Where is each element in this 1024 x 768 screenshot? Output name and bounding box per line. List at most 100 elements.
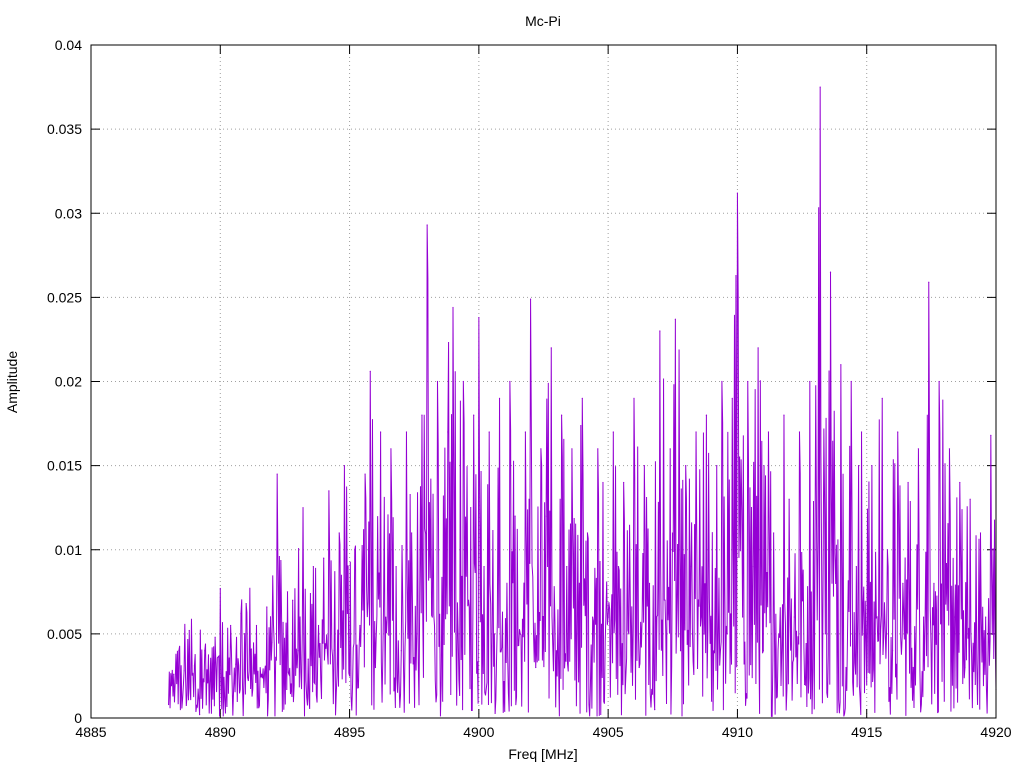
data-point <box>333 650 335 652</box>
data-point <box>261 673 263 675</box>
data-point <box>860 431 863 433</box>
data-point <box>488 431 490 433</box>
data-point <box>679 650 682 652</box>
data-point <box>912 666 914 669</box>
data-point <box>576 633 578 635</box>
data-point <box>431 616 433 618</box>
data-point <box>188 629 190 632</box>
data-point <box>835 582 837 585</box>
data-point <box>866 683 868 685</box>
data-point <box>447 431 449 433</box>
data-point <box>814 549 816 551</box>
data-point <box>400 650 402 652</box>
data-point <box>348 675 351 677</box>
y-tick-label: 0.035 <box>47 121 82 137</box>
data-point <box>592 616 594 618</box>
data-point <box>369 370 371 372</box>
data-point <box>561 414 563 416</box>
data-point <box>804 683 806 685</box>
data-point <box>286 591 289 593</box>
y-tick-label: 0.015 <box>47 458 82 474</box>
data-point <box>664 599 666 601</box>
data-point <box>829 271 832 273</box>
data-point <box>855 565 857 568</box>
y-tick-label: 0.01 <box>55 542 82 558</box>
data-point <box>224 712 227 714</box>
data-point <box>897 431 899 433</box>
y-tick-label: 0.005 <box>47 626 82 642</box>
data-point <box>990 434 992 436</box>
x-tick-label: 4895 <box>334 724 365 740</box>
data-point <box>462 380 464 383</box>
data-point <box>840 364 842 366</box>
data-point <box>762 650 764 652</box>
y-tick-label: 0.03 <box>55 205 82 221</box>
data-point <box>281 710 283 712</box>
data-point <box>891 650 894 652</box>
data-point <box>250 648 252 650</box>
data-point <box>954 616 956 618</box>
data-point <box>690 565 692 568</box>
data-point <box>907 481 909 484</box>
data-point <box>809 380 811 383</box>
data-point <box>245 602 247 605</box>
x-tick-label: 4890 <box>205 724 236 740</box>
data-point <box>948 448 951 450</box>
data-point <box>716 465 718 467</box>
data-point <box>230 624 232 627</box>
data-point <box>535 666 537 669</box>
x-axis-label: Freq [MHz] <box>508 746 577 762</box>
data-point <box>380 431 382 433</box>
data-point <box>255 624 258 627</box>
data-point <box>323 557 325 559</box>
data-point <box>442 700 444 702</box>
data-point <box>742 616 744 618</box>
data-point <box>317 624 320 627</box>
data-point <box>276 473 278 475</box>
data-point <box>204 650 206 652</box>
chart-canvas: Mc-Pi Freq [MHz] Amplitude 00.0050.010.0… <box>0 0 1024 768</box>
data-point <box>674 318 676 320</box>
data-point <box>235 663 237 665</box>
data-point <box>778 633 780 635</box>
data-point <box>685 465 687 467</box>
data-point <box>374 666 377 669</box>
data-point <box>943 700 945 702</box>
x-tick-label: 4915 <box>851 724 882 740</box>
data-point <box>928 281 930 283</box>
data-point <box>923 616 925 618</box>
data-point <box>478 316 480 319</box>
data-point <box>524 431 527 433</box>
data-point <box>452 306 454 309</box>
data-point <box>545 515 547 517</box>
data-point <box>167 703 170 706</box>
data-point <box>297 650 299 652</box>
data-point <box>633 397 635 399</box>
data-point <box>902 582 904 585</box>
data-point <box>643 465 645 467</box>
data-point <box>648 582 651 585</box>
y-tick-label: 0.025 <box>47 289 82 305</box>
y-tick-label: 0.02 <box>55 374 82 390</box>
data-point <box>354 549 356 551</box>
data-point <box>193 665 196 667</box>
data-point <box>850 380 852 383</box>
data-point <box>209 680 211 682</box>
data-point <box>783 414 785 416</box>
data-point <box>974 683 976 685</box>
data-point <box>359 624 361 627</box>
data-point <box>566 565 568 568</box>
x-tick-label: 4900 <box>463 724 494 740</box>
data-point <box>886 549 889 551</box>
data-point <box>705 414 708 416</box>
x-tick-label: 4885 <box>75 724 106 740</box>
x-tick-label: 4905 <box>593 724 624 740</box>
data-point <box>498 397 501 399</box>
data-point <box>659 330 661 332</box>
data-point <box>436 380 439 383</box>
data-point <box>793 616 795 618</box>
data-point <box>602 481 604 484</box>
data-point <box>969 498 971 500</box>
data-point <box>292 599 294 601</box>
data-point <box>411 532 413 534</box>
